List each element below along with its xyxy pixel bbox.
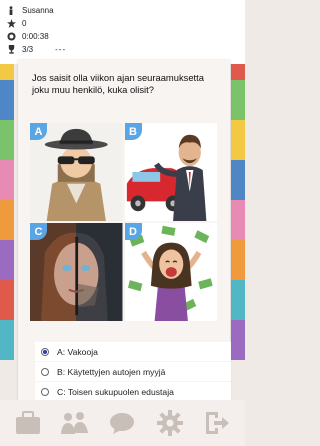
- answer-label-b: B: Käytettyjen autojen myyjä: [57, 366, 166, 377]
- image-option-a[interactable]: A: [30, 123, 123, 221]
- player-name: Susanna: [22, 6, 54, 15]
- status-header: Susanna 0 0:00:38 3/3 ---: [0, 0, 245, 64]
- progress-row: 3/3 ---: [6, 43, 245, 56]
- answer-image-grid: A B C D: [30, 123, 217, 321]
- exit-icon: [206, 412, 230, 434]
- trophy-icon: [6, 45, 16, 54]
- chat-icon: [110, 413, 135, 434]
- question-progress: 3/3: [22, 45, 34, 54]
- settings-button[interactable]: [154, 407, 186, 439]
- star-icon: [6, 19, 16, 28]
- briefcase-button[interactable]: [12, 407, 44, 439]
- answer-option-b[interactable]: B: Käytettyjen autojen myyjä: [35, 362, 231, 381]
- spy-in-trench-coat-image: [30, 123, 123, 221]
- clock-icon: [6, 32, 16, 41]
- image-option-d[interactable]: D: [124, 223, 217, 321]
- bottom-navigation: [0, 400, 245, 446]
- answer-label-c: C: Toisen sukupuolen edustaja: [57, 386, 174, 397]
- people-button[interactable]: [59, 407, 91, 439]
- answer-label-a: A: Vakooja: [57, 346, 98, 357]
- radio-button-c[interactable]: [41, 387, 49, 396]
- player-row: Susanna: [6, 4, 245, 17]
- answer-option-a[interactable]: A: Vakooja: [35, 342, 231, 361]
- answer-option-c[interactable]: C: Toisen sukupuolen edustaja: [35, 382, 231, 401]
- radio-button-a[interactable]: [41, 347, 49, 356]
- question-text: Jos saisit olla viikon ajan seuraamukset…: [32, 72, 204, 95]
- image-option-b[interactable]: B: [124, 123, 217, 221]
- split-gender-face-image: [30, 223, 123, 321]
- person-icon: [6, 6, 16, 15]
- streak-value: ---: [55, 45, 67, 54]
- exit-button[interactable]: [201, 407, 233, 439]
- elapsed-time: 0:00:38: [22, 32, 49, 41]
- answer-list: A: Vakooja B: Käytettyjen autojen myyjä …: [35, 342, 231, 402]
- image-option-c[interactable]: C: [30, 223, 123, 321]
- time-row: 0:00:38: [6, 30, 245, 43]
- chat-button[interactable]: [106, 407, 138, 439]
- briefcase-icon: [15, 411, 40, 434]
- score-row: 0: [6, 17, 245, 30]
- gear-icon: [156, 410, 183, 436]
- score-value: 0: [22, 19, 27, 28]
- radio-button-b[interactable]: [41, 367, 49, 376]
- people-icon: [61, 412, 89, 434]
